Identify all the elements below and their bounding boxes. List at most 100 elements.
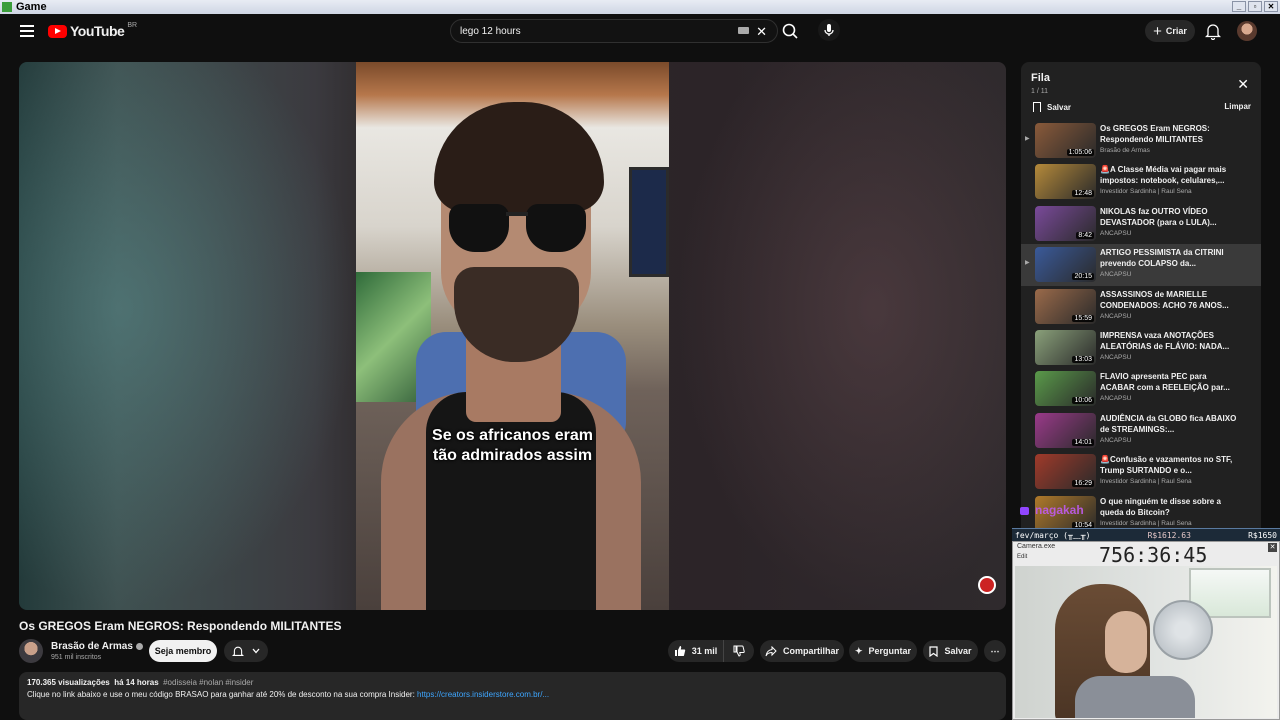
queue-item-channel[interactable]: Investidor Sardinha | Raul Sena <box>1100 520 1240 527</box>
queue-item-title[interactable]: NIKOLAS faz OUTRO VÍDEO DEVASTADOR (para… <box>1100 206 1240 228</box>
sparkle-icon: ✦ <box>854 645 863 656</box>
play-indicator-icon: ▶ <box>1025 260 1030 267</box>
video-frame <box>356 62 669 610</box>
queue-item-title[interactable]: O que ninguém te disse sobre a queda do … <box>1100 496 1240 518</box>
youtube-header: YouTube BR lego 12 hours ✕ + Criar <box>0 14 1280 48</box>
video-duration: 16:29 <box>1072 480 1094 488</box>
play-indicator-icon: ▶ <box>1025 136 1030 142</box>
queue-thumbnail[interactable]: 1:05:06 <box>1035 123 1096 158</box>
camera-close-icon[interactable]: ✕ <box>1268 543 1277 552</box>
like-button[interactable]: 31 mil <box>668 640 724 662</box>
queue-thumbnail[interactable]: 20:15 <box>1035 247 1096 283</box>
ask-button[interactable]: ✦ Perguntar <box>849 640 917 662</box>
thumbs-down-icon <box>733 645 745 657</box>
queue-item-title[interactable]: 🚨A Classe Média vai pagar mais impostos:… <box>1100 164 1240 186</box>
queue-thumbnail[interactable]: 13:03 <box>1035 329 1096 365</box>
search-input[interactable]: lego 12 hours ✕ <box>450 19 778 43</box>
queue-item-title[interactable]: ARTIGO PESSIMISTA da CITRINI prevendo CO… <box>1100 247 1240 269</box>
queue-clear-button[interactable]: Limpar <box>1224 102 1251 111</box>
create-button[interactable]: + Criar <box>1145 20 1195 42</box>
queue-item-title[interactable]: 🚨Confusão e vazamentos no STF, Trump SUR… <box>1100 454 1240 476</box>
queue-item-title[interactable]: IMPRENSA vaza ANOTAÇÕES ALEATÓRIAS de FL… <box>1100 330 1240 352</box>
queue-save-label: Salvar <box>1047 102 1072 112</box>
queue-item-channel[interactable]: ANCAPSU <box>1100 230 1240 237</box>
queue-item-channel[interactable]: ANCAPSU <box>1100 395 1240 402</box>
microphone-icon <box>824 24 834 36</box>
minimize-button[interactable]: _ <box>1232 1 1246 12</box>
video-duration: 20:15 <box>1072 273 1094 281</box>
clear-search-icon[interactable]: ✕ <box>756 24 767 40</box>
queue-item-channel[interactable]: ANCAPSU <box>1100 354 1240 361</box>
queue-item-title[interactable]: ASSASSINOS de MARIELLE CONDENADOS: ACHO … <box>1100 289 1240 311</box>
queue-thumbnail[interactable]: 15:59 <box>1035 288 1096 324</box>
queue-thumbnail[interactable]: 8:42 <box>1035 205 1096 241</box>
close-button[interactable]: ✕ <box>1264 1 1278 12</box>
voice-search-button[interactable] <box>818 19 840 41</box>
queue-item[interactable]: ▶ 20:15 ARTIGO PESSIMISTA da CITRINI pre… <box>1021 244 1261 286</box>
queue-thumbnail[interactable]: 16:29 <box>1035 454 1096 490</box>
queue-item[interactable]: 15:59 ASSASSINOS de MARIELLE CONDENADOS:… <box>1021 286 1261 327</box>
queue-thumbnail[interactable]: 14:01 <box>1035 412 1096 448</box>
video-player[interactable]: Se os africanos eram tão admirados assim <box>19 62 1006 610</box>
queue-item-channel[interactable]: Investidor Sardinha | Raul Sena <box>1100 188 1240 195</box>
queue-item[interactable]: 10:06 FLAVIO apresenta PEC para ACABAR c… <box>1021 368 1261 409</box>
channel-avatar[interactable] <box>19 639 43 663</box>
goal-label: fev/março (╥﹏╥) <box>1015 530 1091 540</box>
description-link[interactable]: https://creators.insiderstore.com.br/... <box>417 690 549 699</box>
camera-window-title: Camera.exe <box>1017 543 1056 550</box>
queue-count: 1 / 11 <box>1031 88 1048 95</box>
queue-item-title[interactable]: Os GREGOS Eram NEGROS: Respondendo MILIT… <box>1100 123 1240 145</box>
video-duration: 15:59 <box>1072 314 1094 322</box>
verified-icon <box>135 643 143 650</box>
like-dislike-group: 31 mil <box>668 640 754 662</box>
chat-icon <box>1020 507 1029 515</box>
subscription-bell-button[interactable] <box>224 640 268 662</box>
bookmark-icon <box>1033 102 1041 112</box>
channel-name[interactable]: Brasão de Armas <box>51 641 143 652</box>
save-button[interactable]: Salvar <box>923 640 978 662</box>
channel-watermark-icon[interactable] <box>978 576 996 594</box>
app-icon <box>2 2 12 12</box>
queue-item-channel[interactable]: ANCAPSU <box>1100 271 1240 278</box>
dislike-button[interactable] <box>724 640 754 662</box>
queue-item[interactable]: ▶ 1:05:06 Os GREGOS Eram NEGROS: Respond… <box>1021 120 1261 161</box>
caption-line: tão admirados assim <box>432 447 593 464</box>
close-queue-icon[interactable]: ✕ <box>1237 76 1249 93</box>
youtube-logo[interactable]: YouTube BR <box>48 22 137 39</box>
share-button[interactable]: Compartilhar <box>760 640 844 662</box>
webcam-feed <box>1015 566 1277 718</box>
bell-icon <box>1204 24 1222 41</box>
search-value: lego 12 hours <box>460 25 521 37</box>
video-title: Os GREGOS Eram NEGROS: Respondendo MILIT… <box>19 619 342 633</box>
video-description[interactable]: 170.365 visualizações há 14 horas #odiss… <box>19 672 1006 720</box>
queue-item[interactable]: 12:48 🚨A Classe Média vai pagar mais imp… <box>1021 161 1261 202</box>
hashtags[interactable]: #odisseia #nolan #insider <box>163 678 253 687</box>
queue-item-channel[interactable]: Investidor Sardinha | Raul Sena <box>1100 478 1240 485</box>
queue-item[interactable]: 14:01 AUDIÊNCIA da GLOBO fica ABAIXO de … <box>1021 410 1261 451</box>
account-avatar[interactable] <box>1237 21 1257 41</box>
queue-thumbnail[interactable]: 10:06 <box>1035 371 1096 407</box>
menu-icon[interactable] <box>20 25 34 37</box>
queue-item-channel[interactable]: ANCAPSU <box>1100 437 1240 444</box>
queue-thumbnail[interactable]: 12:48 <box>1035 164 1096 200</box>
queue-item-channel[interactable]: Brasão de Armas <box>1100 147 1240 154</box>
youtube-play-icon <box>48 24 67 38</box>
queue-item-title[interactable]: FLAVIO apresenta PEC para ACABAR com a R… <box>1100 371 1240 393</box>
camera-menu[interactable]: Edit <box>1017 554 1027 560</box>
queue-save-button[interactable]: Salvar <box>1033 102 1071 112</box>
keyboard-icon[interactable] <box>738 27 749 34</box>
video-duration: 1:05:06 <box>1066 149 1094 156</box>
notifications-button[interactable] <box>1204 22 1222 41</box>
more-actions-button[interactable]: ⋯ <box>984 640 1006 662</box>
queue-item[interactable]: 8:42 NIKOLAS faz OUTRO VÍDEO DEVASTADOR … <box>1021 203 1261 244</box>
queue-item[interactable]: 16:29 🚨Confusão e vazamentos no STF, Tru… <box>1021 451 1261 492</box>
maximize-button[interactable]: ▫ <box>1248 1 1262 12</box>
queue-item-title[interactable]: AUDIÊNCIA da GLOBO fica ABAIXO de STREAM… <box>1100 413 1240 435</box>
description-text: Clique no link abaixo e use o meu código… <box>27 690 998 699</box>
save-label: Salvar <box>944 646 972 656</box>
queue-item[interactable]: 13:03 IMPRENSA vaza ANOTAÇÕES ALEATÓRIAS… <box>1021 327 1261 368</box>
upload-date: há 14 horas <box>114 678 159 687</box>
search-button[interactable] <box>778 19 802 43</box>
join-member-button[interactable]: Seja membro <box>149 640 217 662</box>
queue-item-channel[interactable]: ANCAPSU <box>1100 313 1240 320</box>
